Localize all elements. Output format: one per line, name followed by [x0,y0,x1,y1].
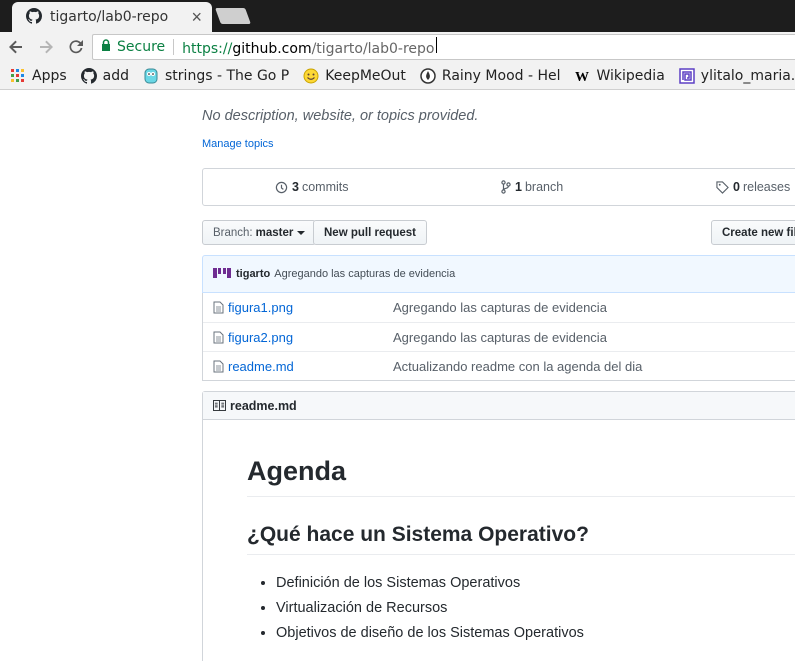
bookmark-label: Wikipedia [596,67,665,84]
tab-title: tigarto/lab0-repo [50,9,169,25]
github-icon [80,67,97,84]
bookmark-strings-go[interactable]: strings - The Go P [143,68,289,84]
file-icon [213,360,225,373]
commits-count: 3 [292,180,299,194]
branch-prefix: Branch: [213,226,253,239]
secure-label[interactable]: Secure [117,39,165,55]
page-viewport: No description, website, or topics provi… [0,91,795,661]
url-scheme: https:// [182,41,233,57]
omnibox-separator [173,39,175,55]
readme-heading-agenda: Agenda [247,456,795,497]
bookmark-wikipedia[interactable]: W Wikipedia [575,68,665,84]
tab-close-icon[interactable]: × [191,8,202,26]
bookmark-add[interactable]: add [80,67,130,84]
commit-message-link[interactable]: Agregando las capturas de evidencia [274,268,455,280]
file-row: readme.md Actualizando readme con la age… [203,351,795,380]
bookmark-label: strings - The Go P [165,67,290,84]
wikipedia-icon: W [575,68,591,84]
file-name-link[interactable]: figura1.png [228,300,393,315]
file-name-link[interactable]: readme.md [228,359,393,374]
url-text[interactable]: https://github.com/tigarto/lab0-repo [182,37,437,57]
bookmark-label: ylitalo_maria.po [700,67,795,84]
back-button[interactable] [2,33,30,61]
forward-button[interactable] [32,33,60,61]
readme-filename: readme.md [230,398,297,413]
tab-strip: tigarto/lab0-repo × [0,0,795,32]
bookmark-label: KeepMeOut [325,67,406,84]
releases-label: releases [742,180,791,194]
create-new-file-button[interactable]: Create new file [711,220,795,245]
git-branch-icon [501,180,511,194]
branches-count: 1 [515,180,522,194]
back-arrow-icon [9,40,22,54]
bookmark-apps[interactable]: Apps [10,68,67,84]
bookmarks-bar: Apps add strings - The Go P KeepMeOut Ra… [0,62,795,90]
repo-description: No description, website, or topics provi… [202,108,479,124]
avatar[interactable] [213,267,231,281]
file-icon [213,331,225,344]
releases-count: 0 [733,180,740,194]
file-commit-message-link[interactable]: Agregando las capturas de evidencia [393,300,607,315]
bookmark-ylitalo[interactable]: ylitalo_maria.po [679,68,795,84]
url-host: github.com [232,41,312,57]
tag-icon [716,180,729,194]
file-row: figura1.png Agregando las capturas de ev… [203,293,795,322]
apps-grid-icon [10,68,26,84]
reload-button[interactable] [62,33,90,61]
readme-subheading: ¿Qué hace un Sistema Operativo? [247,523,795,555]
forward-arrow-icon [40,40,53,54]
reload-icon [69,40,83,54]
repo-numbers-summary: 3 commits 1 branch 0 releases [202,168,795,206]
list-item: Objetivos de diseño de los Sistemas Oper… [276,621,584,646]
url-path: /tigarto/lab0-repo [311,41,435,57]
file-commit-message-link[interactable]: Agregando las capturas de evidencia [393,330,607,345]
latest-commit-bar: tigarto Agregando las capturas de eviden… [202,255,795,293]
branches-link[interactable]: 1 branch [501,180,563,194]
bookmark-label: add [102,67,130,84]
file-commit-message-link[interactable]: Actualizando readme con la agenda del di… [393,359,642,374]
bookmark-label: Apps [32,67,67,84]
branch-select-button[interactable]: Branch: master [202,220,317,245]
new-tab-button[interactable] [215,8,251,24]
browser-tab-active[interactable]: tigarto/lab0-repo × [12,2,212,32]
commits-label: commits [301,180,349,194]
svg-text:W: W [575,70,589,84]
history-icon [275,181,288,193]
readme-box: readme.md Agenda ¿Qué hace un Sistema Op… [202,391,795,661]
file-row: figura2.png Agregando las capturas de ev… [203,322,795,351]
commit-author-link[interactable]: tigarto [236,268,270,280]
book-icon [213,400,226,411]
manage-topics-link[interactable]: Manage topics [202,138,274,150]
readme-topic-list: Definición de los Sistemas Operativos Vi… [276,571,584,646]
commits-link[interactable]: 3 commits [275,180,348,194]
file-icon [213,301,225,314]
smiley-icon [303,68,319,84]
address-bar[interactable]: Secure https://github.com/tigarto/lab0-r… [92,34,795,60]
file-list: figura1.png Agregando las capturas de ev… [202,293,795,381]
chevron-down-icon [297,230,306,235]
lock-icon [101,39,111,55]
text-caret [435,37,437,53]
spiral-icon [679,67,695,84]
bookmark-rainy-mood[interactable]: Rainy Mood - Hel [420,68,561,84]
github-favicon-icon [26,7,43,27]
go-gopher-icon [143,68,159,84]
branches-label: branch [524,180,564,194]
raindrop-icon [420,67,436,84]
bookmark-keepmeout[interactable]: KeepMeOut [303,68,406,84]
bookmark-label: Rainy Mood - Hel [441,67,561,84]
releases-link[interactable]: 0 releases [716,180,790,194]
new-pull-request-button[interactable]: New pull request [313,220,428,245]
browser-toolbar: Secure https://github.com/tigarto/lab0-r… [0,32,795,62]
file-name-link[interactable]: figura2.png [228,330,393,345]
list-item: Virtualización de Recursos [276,596,584,621]
readme-header: readme.md [203,392,795,420]
list-item: Definición de los Sistemas Operativos [276,571,584,596]
branch-name: master [255,226,294,239]
